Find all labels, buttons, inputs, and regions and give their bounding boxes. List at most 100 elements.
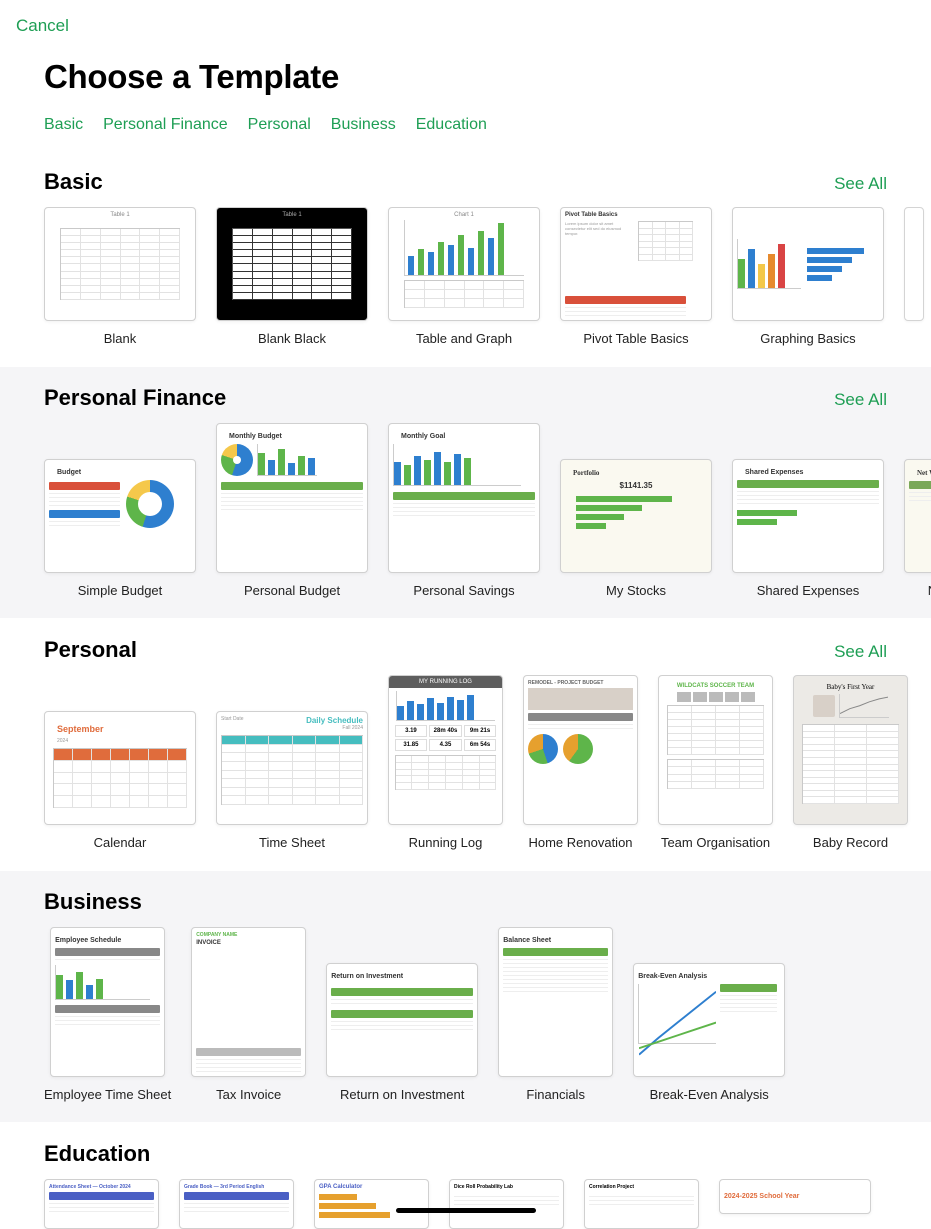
nav-personal[interactable]: Personal — [248, 116, 311, 134]
template-home-renovation[interactable]: REMODEL - PROJECT BUDGET Home Renovation — [523, 675, 638, 850]
template-time-sheet[interactable]: Start Date Daily Schedule Fall 2024 Time… — [216, 711, 368, 850]
thumb-heading: Correlation Project — [589, 1184, 634, 1190]
template-graphing-basics[interactable]: Graphing Basics — [732, 207, 884, 346]
template-label: Employee Time Sheet — [44, 1087, 171, 1102]
stat-cell: 4.35 — [429, 739, 462, 751]
template-label: Home Renovation — [528, 835, 632, 850]
template-label: Pivot Table Basics — [583, 331, 688, 346]
section-business: Business Employee Schedule Employee Time… — [0, 870, 931, 1122]
thumb-heading: Employee Schedule — [55, 937, 121, 944]
section-title-business: Business — [44, 889, 142, 915]
thumb-heading: 2024-2025 School Year — [724, 1193, 799, 1200]
template-blank[interactable]: Table 1 Blank — [44, 207, 196, 346]
template-return-on-investment[interactable]: Return on Investment Return on Investmen… — [326, 963, 478, 1102]
template-attendance[interactable]: Attendance Sheet — October 2024 — [44, 1179, 159, 1229]
template-shared-expenses[interactable]: Shared Expenses Shared Expenses — [732, 459, 884, 598]
template-tax-invoice[interactable]: COMPANY NAME INVOICE Tax Invoice — [191, 927, 306, 1102]
template-simple-budget[interactable]: Budget Simple Budget — [44, 459, 196, 598]
template-break-even[interactable]: Break-Even Analysis Break-Even Analysis — [633, 963, 785, 1102]
thumb-heading: Monthly Budget — [229, 433, 282, 440]
template-running-log[interactable]: MY RUNNING LOG 3.19 28m 40s 9m 21s 31.85… — [388, 675, 503, 850]
stat-cell: 3.19 — [395, 725, 428, 737]
template-net-worth[interactable]: Net Worth Overview Net Wor — [904, 459, 931, 598]
thumb-heading: Balance Sheet — [503, 937, 551, 944]
template-label: Break-Even Analysis — [650, 1087, 769, 1102]
template-school-year[interactable]: 2024-2025 School Year — [719, 1179, 871, 1214]
thumb-label: Table 1 — [110, 212, 129, 218]
section-title-finance: Personal Finance — [44, 385, 226, 411]
template-label: Blank Black — [258, 331, 326, 346]
thumb-heading: Net Worth Overview — [917, 469, 931, 477]
template-label: My Stocks — [606, 583, 666, 598]
template-label: Personal Savings — [413, 583, 514, 598]
thumb-heading: Portfolio — [573, 469, 599, 477]
thumb-label: Chart 1 — [454, 212, 474, 218]
template-dice-roll[interactable]: Dice Roll Probability Lab — [449, 1179, 564, 1229]
template-label: Time Sheet — [259, 835, 325, 850]
template-blank-black[interactable]: Table 1 Blank Black — [216, 207, 368, 346]
template-team-organisation[interactable]: WILDCATS SOCCER TEAM Team Organisation — [658, 675, 773, 850]
template-label: Graphing Basics — [760, 331, 855, 346]
template-label: Running Log — [409, 835, 483, 850]
template-label: Team Organisation — [661, 835, 770, 850]
see-all-finance[interactable]: See All — [834, 390, 887, 410]
section-title-personal: Personal — [44, 637, 137, 663]
section-personal: Personal See All September 2024 Calendar — [0, 618, 931, 870]
thumb-heading: September — [57, 724, 104, 734]
cancel-button[interactable]: Cancel — [16, 16, 69, 36]
nav-basic[interactable]: Basic — [44, 116, 83, 134]
stat-cell: 9m 21s — [464, 725, 497, 737]
template-my-stocks[interactable]: Portfolio $1141.35 My Stocks — [560, 459, 712, 598]
section-title-basic: Basic — [44, 169, 103, 195]
thumb-label: Table 1 — [282, 212, 301, 218]
template-pivot-basics[interactable]: Pivot Table Basics Lorem ipsum dolor sit… — [560, 207, 712, 346]
nav-business[interactable]: Business — [331, 116, 396, 134]
see-all-basic[interactable]: See All — [834, 174, 887, 194]
template-label: Table and Graph — [416, 331, 512, 346]
template-table-graph[interactable]: Chart 1 Table and Graph — [388, 207, 540, 346]
template-label: Tax Invoice — [216, 1087, 281, 1102]
template-label: Simple Budget — [78, 583, 163, 598]
template-personal-savings[interactable]: Monthly Goal Personal Savings — [388, 423, 540, 598]
thumb-heading: MY RUNNING LOG — [389, 676, 502, 688]
template-label: Return on Investment — [340, 1087, 464, 1102]
template-calendar[interactable]: September 2024 Calendar — [44, 711, 196, 850]
template-employee-time-sheet[interactable]: Employee Schedule Employee Time Sheet — [44, 927, 171, 1102]
thumb-heading: Baby's First Year — [827, 683, 875, 691]
thumb-heading: Return on Investment — [331, 973, 403, 980]
section-basic: Basic See All Table 1 Blank Table 1 Blan… — [0, 150, 931, 366]
section-title-education: Education — [44, 1141, 150, 1167]
template-grade-book[interactable]: Grade Book — 3rd Period English — [179, 1179, 294, 1229]
thumb-heading: Budget — [57, 469, 81, 476]
section-personal-finance: Personal Finance See All Budget Simple B… — [0, 366, 931, 618]
home-indicator — [396, 1208, 536, 1213]
stat-cell: 6m 54s — [464, 739, 497, 751]
thumb-amount: $1141.35 — [620, 481, 653, 490]
template-financials[interactable]: Balance Sheet Financials — [498, 927, 613, 1102]
thumb-heading: WILDCATS SOCCER TEAM — [677, 683, 754, 689]
template-label: Baby Record — [813, 835, 888, 850]
thumb-year: 2024 — [57, 738, 68, 744]
template-overflow[interactable] — [904, 207, 924, 346]
template-gpa-calculator[interactable]: GPA Calculator — [314, 1179, 429, 1229]
stat-cell: 28m 40s — [429, 725, 462, 737]
thumb-heading: GPA Calculator — [319, 1184, 362, 1190]
nav-personal-finance[interactable]: Personal Finance — [103, 116, 228, 134]
category-nav: Basic Personal Finance Personal Business… — [0, 102, 931, 150]
thumb-heading: Dice Roll Probability Lab — [454, 1184, 513, 1190]
thumb-heading: Attendance Sheet — October 2024 — [49, 1184, 131, 1190]
template-label: Blank — [104, 331, 137, 346]
template-label: Calendar — [94, 835, 147, 850]
template-baby-record[interactable]: Baby's First Year Baby Record — [793, 675, 908, 850]
template-label: Personal Budget — [244, 583, 340, 598]
thumb-heading: Break-Even Analysis — [638, 973, 707, 980]
thumb-heading: REMODEL - PROJECT BUDGET — [528, 680, 603, 686]
thumb-heading: Shared Expenses — [745, 469, 803, 476]
thumb-heading: Monthly Goal — [401, 433, 445, 440]
nav-education[interactable]: Education — [416, 116, 487, 134]
template-correlation[interactable]: Correlation Project — [584, 1179, 699, 1229]
template-personal-budget[interactable]: Monthly Budget Personal Budget — [216, 423, 368, 598]
stat-cell: 31.85 — [395, 739, 428, 751]
thumb-heading: Grade Book — 3rd Period English — [184, 1184, 264, 1190]
see-all-personal[interactable]: See All — [834, 642, 887, 662]
